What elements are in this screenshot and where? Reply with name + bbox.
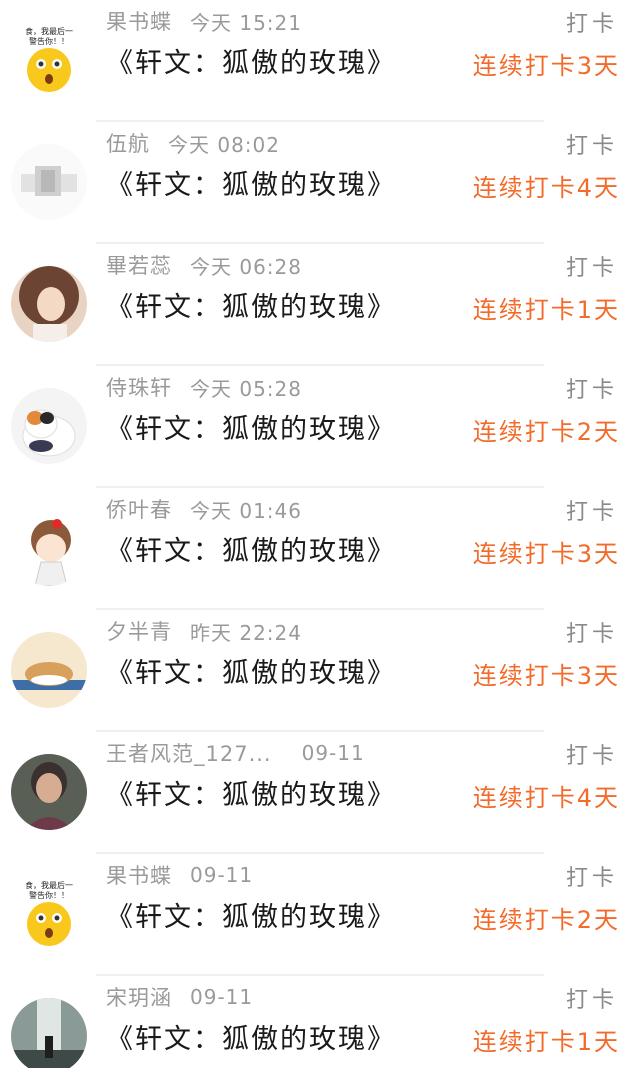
list-item[interactable]: 食，我最后一 警告你！！ 果书蝶 今天 15:21 《轩文：狐傲的玫瑰》 打卡 … bbox=[0, 0, 640, 122]
timestamp: 今天 05:28 bbox=[190, 376, 302, 401]
svg-text:警告你！！: 警告你！！ bbox=[29, 36, 69, 46]
book-title[interactable]: 《轩文：狐傲的玫瑰》 bbox=[106, 1018, 396, 1055]
avatar[interactable] bbox=[11, 510, 87, 586]
timestamp: 09-11 bbox=[190, 863, 254, 887]
list-item[interactable]: 夕半青 昨天 22:24 《轩文：狐傲的玫瑰》 打卡 连续打卡3天 bbox=[0, 610, 640, 732]
timestamp: 今天 08:02 bbox=[168, 132, 280, 157]
timestamp: 今天 01:46 bbox=[190, 498, 302, 523]
avatar[interactable] bbox=[11, 266, 87, 342]
user-name[interactable]: 侨叶春 bbox=[106, 494, 172, 524]
checkin-label: 打卡 bbox=[565, 744, 618, 769]
user-name[interactable]: 侍珠轩 bbox=[106, 372, 172, 402]
streak-label: 连续打卡1天 bbox=[472, 295, 620, 324]
timestamp: 今天 06:28 bbox=[190, 254, 302, 279]
list-item[interactable]: 宋玥涵 09-11 《轩文：狐傲的玫瑰》 打卡 连续打卡1天 bbox=[0, 976, 640, 1068]
item-meta: 夕半青 昨天 22:24 bbox=[106, 616, 302, 646]
checkin-list: 食，我最后一 警告你！！ 果书蝶 今天 15:21 《轩文：狐傲的玫瑰》 打卡 … bbox=[0, 0, 640, 1068]
book-title[interactable]: 《轩文：狐傲的玫瑰》 bbox=[106, 774, 396, 811]
checkin-label: 打卡 bbox=[565, 12, 618, 37]
book-title[interactable]: 《轩文：狐傲的玫瑰》 bbox=[106, 164, 396, 201]
checkin-label: 打卡 bbox=[565, 622, 618, 647]
surprised-emoji-avatar-image: 食，我最后一 警告你！！ bbox=[11, 876, 87, 952]
user-name[interactable]: 伍航 bbox=[106, 128, 150, 158]
list-item[interactable]: 王者风范_127... 09-11 《轩文：狐傲的玫瑰》 打卡 连续打卡4天 bbox=[0, 732, 640, 854]
waterfall-photo-avatar-image bbox=[11, 998, 87, 1068]
list-item[interactable]: 侍珠轩 今天 05:28 《轩文：狐傲的玫瑰》 打卡 连续打卡2天 bbox=[0, 366, 640, 488]
streak-label: 连续打卡3天 bbox=[472, 51, 620, 80]
book-title[interactable]: 《轩文：狐傲的玫瑰》 bbox=[106, 286, 396, 323]
timestamp: 09-11 bbox=[190, 985, 254, 1009]
list-item[interactable]: 畢若蕊 今天 06:28 《轩文：狐傲的玫瑰》 打卡 连续打卡1天 bbox=[0, 244, 640, 366]
checkin-label: 打卡 bbox=[565, 866, 618, 891]
avatar[interactable] bbox=[11, 632, 87, 708]
streak-label: 连续打卡3天 bbox=[472, 661, 620, 690]
svg-text:警告你！！: 警告你！！ bbox=[29, 890, 69, 900]
item-meta: 宋玥涵 09-11 bbox=[106, 982, 253, 1012]
surprised-emoji-avatar-image: 食，我最后一 警告你！！ bbox=[11, 22, 87, 98]
checkin-label: 打卡 bbox=[565, 134, 618, 159]
elder-photo-avatar-image bbox=[11, 754, 87, 830]
streak-label: 连续打卡4天 bbox=[472, 173, 620, 202]
streak-label: 连续打卡2天 bbox=[472, 905, 620, 934]
item-meta: 伍航 今天 08:02 bbox=[106, 128, 280, 158]
streak-label: 连续打卡3天 bbox=[472, 539, 620, 568]
item-meta: 王者风范_127... 09-11 bbox=[106, 738, 365, 768]
checkin-label: 打卡 bbox=[565, 378, 618, 403]
item-meta: 果书蝶 09-11 bbox=[106, 860, 253, 890]
book-title[interactable]: 《轩文：狐傲的玫瑰》 bbox=[106, 408, 396, 445]
book-title[interactable]: 《轩文：狐傲的玫瑰》 bbox=[106, 42, 396, 79]
cartoon-girl-avatar-image bbox=[11, 510, 87, 586]
avatar[interactable] bbox=[11, 144, 87, 220]
svg-text:食，我最后一: 食，我最后一 bbox=[25, 880, 73, 890]
item-meta: 畢若蕊 今天 06:28 bbox=[106, 250, 302, 280]
user-name[interactable]: 夕半青 bbox=[106, 616, 172, 646]
user-name[interactable]: 果书蝶 bbox=[106, 6, 172, 36]
item-meta: 侨叶春 今天 01:46 bbox=[106, 494, 302, 524]
book-title[interactable]: 《轩文：狐傲的玫瑰》 bbox=[106, 896, 396, 933]
girl-photo-avatar-image bbox=[11, 266, 87, 342]
streak-label: 连续打卡2天 bbox=[472, 417, 620, 446]
checkin-label: 打卡 bbox=[565, 988, 618, 1013]
timestamp: 今天 15:21 bbox=[190, 10, 302, 35]
streak-label: 连续打卡1天 bbox=[472, 1027, 620, 1056]
avatar[interactable]: 食，我最后一 警告你！！ bbox=[11, 876, 87, 952]
list-item[interactable]: 伍航 今天 08:02 《轩文：狐傲的玫瑰》 打卡 连续打卡4天 bbox=[0, 122, 640, 244]
book-title[interactable]: 《轩文：狐傲的玫瑰》 bbox=[106, 652, 396, 689]
timestamp: 09-11 bbox=[301, 741, 365, 765]
avatar[interactable] bbox=[11, 754, 87, 830]
user-name[interactable]: 宋玥涵 bbox=[106, 982, 172, 1012]
list-item[interactable]: 侨叶春 今天 01:46 《轩文：狐傲的玫瑰》 打卡 连续打卡3天 bbox=[0, 488, 640, 610]
timestamp: 昨天 22:24 bbox=[190, 620, 302, 645]
user-name[interactable]: 王者风范_127... bbox=[106, 738, 272, 768]
item-meta: 侍珠轩 今天 05:28 bbox=[106, 372, 302, 402]
checkin-label: 打卡 bbox=[565, 256, 618, 281]
avatar[interactable] bbox=[11, 998, 87, 1068]
streak-label: 连续打卡4天 bbox=[472, 783, 620, 812]
list-item[interactable]: 食，我最后一 警告你！！ 果书蝶 09-11 《轩文：狐傲的玫瑰》 打卡 连续打… bbox=[0, 854, 640, 976]
checkin-label: 打卡 bbox=[565, 500, 618, 525]
cat-avatar-image bbox=[11, 388, 87, 464]
book-title[interactable]: 《轩文：狐傲的玫瑰》 bbox=[106, 530, 396, 567]
user-name[interactable]: 畢若蕊 bbox=[106, 250, 172, 280]
user-name[interactable]: 果书蝶 bbox=[106, 860, 172, 890]
hamster-avatar-image bbox=[11, 632, 87, 708]
item-meta: 果书蝶 今天 15:21 bbox=[106, 6, 302, 36]
avatar[interactable] bbox=[11, 388, 87, 464]
sketch-avatar-image bbox=[11, 144, 87, 220]
svg-text:食，我最后一: 食，我最后一 bbox=[25, 26, 73, 36]
avatar[interactable]: 食，我最后一 警告你！！ bbox=[11, 22, 87, 98]
